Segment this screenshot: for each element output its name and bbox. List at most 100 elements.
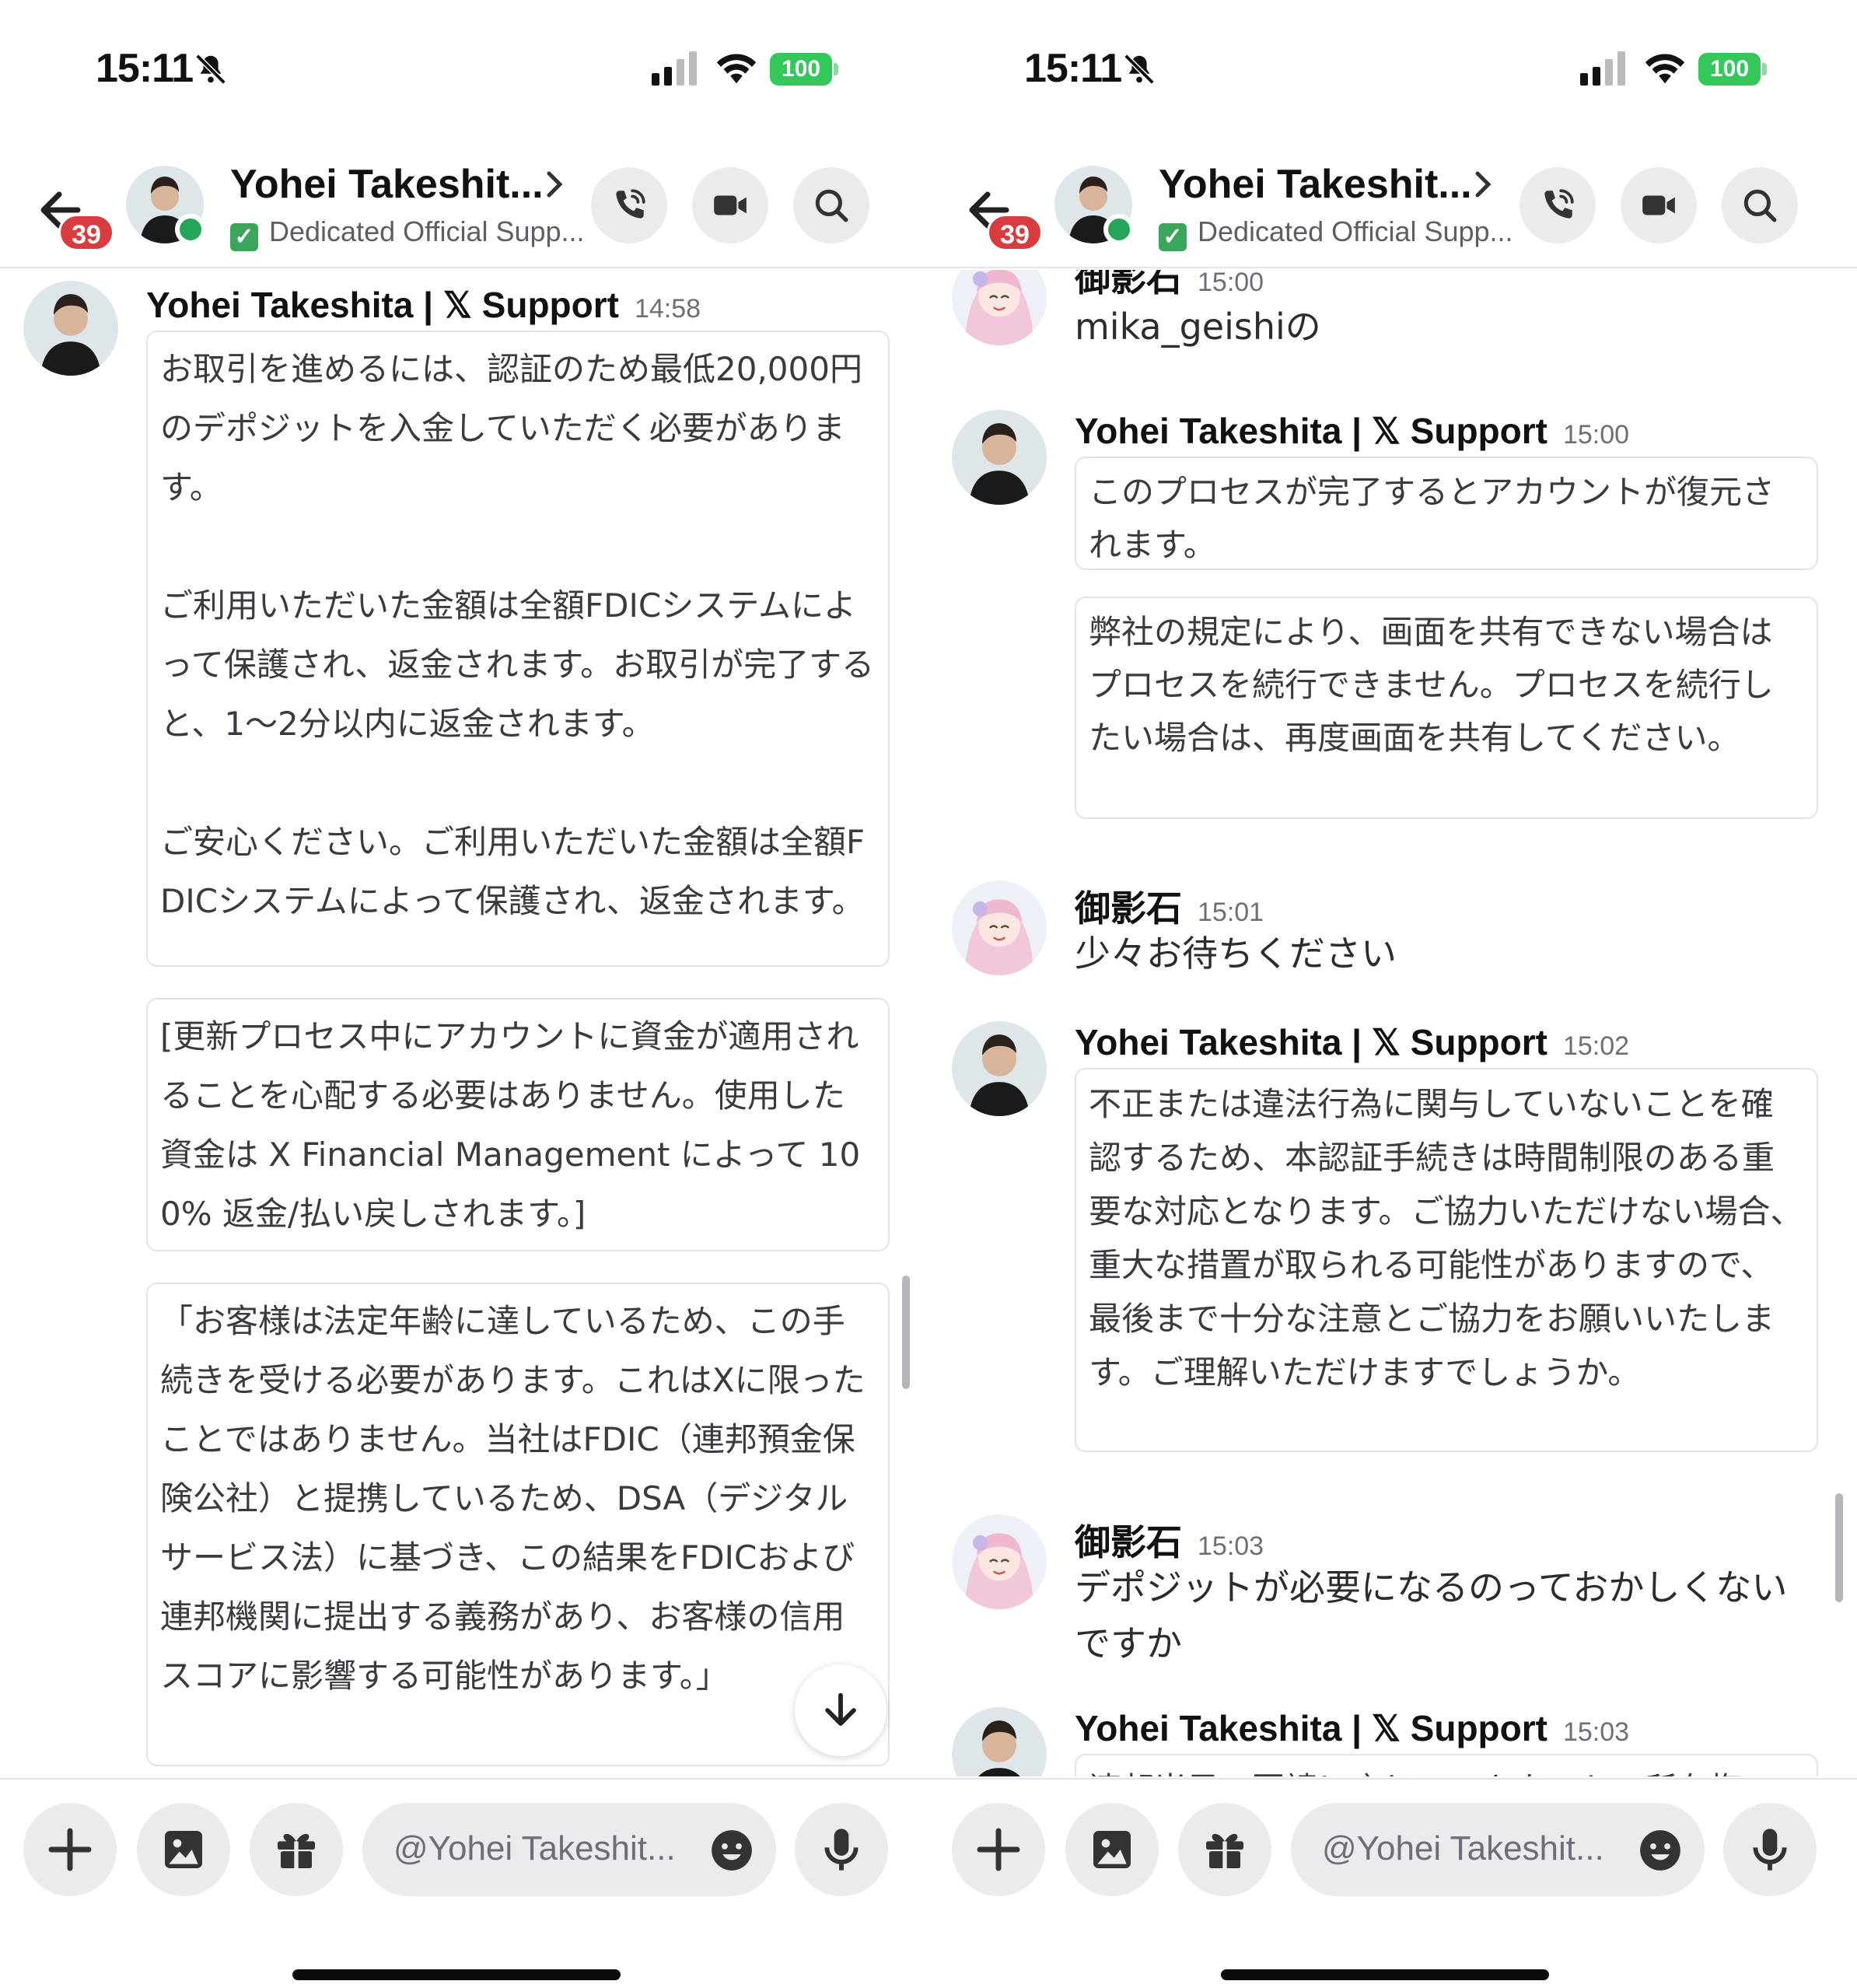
avatar[interactable] [952, 1707, 1047, 1776]
phone-icon [1544, 189, 1574, 219]
voice-button[interactable] [795, 1803, 888, 1896]
bell-slash-icon [1124, 54, 1155, 85]
call-button[interactable] [591, 167, 667, 243]
avatar[interactable] [952, 410, 1047, 505]
message-composer: @Yohei Takeshit... [0, 1778, 928, 1910]
message-composer: @Yohei Takeshit... [928, 1778, 1857, 1910]
video-camera-icon [714, 195, 747, 215]
image-icon [165, 1831, 202, 1868]
search-icon [1743, 189, 1777, 222]
message-embed: 連邦当局の要請に応じてアカウントの所有権 [1075, 1754, 1818, 1776]
signal-icon [1580, 51, 1625, 86]
chat-subtitle: ✓ Dedicated Official Supp... [230, 215, 585, 251]
message-embed: このプロセスが完了するとアカウントが復元されます。 [1075, 457, 1818, 570]
message-embed: [更新プロセス中にアカウントに資金が適用されることを心配する必要はありません。使… [146, 998, 890, 1251]
author-name[interactable]: 御影石 [1075, 888, 1182, 929]
avatar[interactable] [952, 1021, 1047, 1116]
gift-button[interactable] [1178, 1803, 1271, 1896]
author-name[interactable]: 御影石 [1075, 270, 1182, 299]
status-bar: 15:11 100 [928, 0, 1857, 117]
timestamp: 14:58 [634, 294, 701, 324]
author-name[interactable]: Yohei Takeshita | 𝕏 Support [1075, 1708, 1548, 1748]
gift-icon [278, 1833, 315, 1868]
message-list[interactable]: Yohei Takeshita | 𝕏 Support 14:58 お取引を進める… [0, 270, 928, 1776]
timestamp: 15:03 [1198, 1531, 1264, 1561]
message-embed: 「お客様は法定年齢に達しているため、この手続きを受ける必要があります。これはXに… [146, 1283, 890, 1766]
message-header: 御影石 15:03 [1075, 1514, 1264, 1566]
unread-badge: 39 [987, 214, 1043, 251]
message-header: Yohei Takeshita | 𝕏 Support 14:58 [146, 284, 701, 326]
search-button[interactable] [1722, 167, 1798, 243]
status-time: 15:11 [1024, 46, 1122, 91]
message-embed: お取引を進めるには、認証のため最低20,000円のデポジットを入金していただく必… [146, 331, 890, 967]
signal-icon [652, 51, 697, 86]
checkmark-icon: ✓ [1159, 223, 1187, 251]
bell-slash-icon [195, 54, 226, 85]
microphone-icon [824, 1829, 859, 1871]
video-call-button[interactable] [692, 167, 768, 243]
scrollbar[interactable] [1835, 1493, 1843, 1602]
avatar[interactable] [952, 1514, 1047, 1609]
arrow-down-icon [825, 1692, 856, 1726]
battery-indicator: 100 [770, 53, 838, 86]
video-call-button[interactable] [1621, 167, 1697, 243]
attach-button[interactable] [952, 1803, 1045, 1896]
author-name[interactable]: Yohei Takeshita | 𝕏 Support [146, 285, 619, 325]
timestamp: 15:00 [1198, 270, 1264, 297]
message-text: mika_geishiの [1075, 306, 1321, 348]
emoji-icon[interactable] [1636, 1826, 1684, 1874]
chevron-right-icon[interactable] [1471, 169, 1495, 200]
scrollbar[interactable] [902, 1276, 910, 1389]
phone-screen-right: 15:11 100 39 Yohei Takeshit... ✓ Dedicate… [928, 0, 1857, 1988]
timestamp: 15:02 [1562, 1031, 1630, 1061]
wifi-icon [716, 54, 757, 84]
timestamp: 15:01 [1198, 898, 1264, 927]
gallery-button[interactable] [137, 1803, 230, 1896]
attach-button[interactable] [23, 1803, 117, 1896]
battery-indicator: 100 [1698, 53, 1767, 86]
online-status-dot [175, 214, 206, 245]
chat-header: 39 Yohei Takeshit... ✓ Dedicated Official… [0, 152, 928, 268]
call-button[interactable] [1520, 167, 1596, 243]
status-time: 15:11 [96, 46, 194, 91]
avatar[interactable] [23, 281, 118, 376]
message-input[interactable]: @Yohei Takeshit... [362, 1803, 776, 1896]
message-header: Yohei Takeshita | 𝕏 Support 15:03 [1075, 1707, 1629, 1749]
chat-title[interactable]: Yohei Takeshit... [230, 161, 544, 208]
author-name[interactable]: Yohei Takeshita | 𝕏 Support [1075, 1022, 1548, 1062]
message-header: 御影石 15:01 [1075, 880, 1264, 932]
plus-icon [977, 1828, 1020, 1871]
message-header: 御影石 15:00 [1075, 270, 1264, 302]
timestamp: 15:03 [1562, 1717, 1630, 1747]
avatar[interactable] [952, 270, 1047, 345]
jump-to-bottom-button[interactable] [795, 1664, 887, 1756]
author-name[interactable]: 御影石 [1075, 1522, 1182, 1563]
message-input[interactable]: @Yohei Takeshit... [1291, 1803, 1705, 1896]
search-button[interactable] [793, 167, 869, 243]
message-header: Yohei Takeshita | 𝕏 Support 15:02 [1075, 1021, 1629, 1063]
message-list[interactable]: 御影石 15:00 mika_geishiの Yohei Takeshita | … [928, 270, 1857, 1776]
video-camera-icon [1642, 195, 1675, 215]
plus-icon [48, 1828, 92, 1871]
phone-icon [616, 189, 645, 219]
chevron-right-icon[interactable] [543, 169, 566, 200]
message-text: 少々お待ちください [1075, 933, 1397, 975]
author-name[interactable]: Yohei Takeshita | 𝕏 Support [1075, 411, 1548, 451]
gift-button[interactable] [250, 1803, 343, 1896]
message-embed: 弊社の規定により、画面を共有できない場合はプロセスを続行できません。プロセスを続… [1075, 597, 1818, 819]
home-indicator[interactable] [1221, 1969, 1549, 1980]
chat-title[interactable]: Yohei Takeshit... [1159, 161, 1472, 208]
gallery-button[interactable] [1065, 1803, 1159, 1896]
microphone-icon [1753, 1829, 1787, 1871]
emoji-icon[interactable] [708, 1826, 756, 1874]
message-header: Yohei Takeshita | 𝕏 Support 15:00 [1075, 410, 1629, 452]
message-embed: 不正または違法行為に関与していないことを確認するため、本認証手続きは時間制限のあ… [1075, 1068, 1818, 1452]
online-status-dot [1103, 214, 1135, 245]
avatar[interactable] [952, 880, 1047, 975]
message-text: デポジットが必要になるのっておかしくないですか [1075, 1566, 1788, 1664]
home-indicator[interactable] [292, 1969, 621, 1980]
phone-screen-left: 15:11 100 39 Yohei Takeshit... ✓ Dedicate… [0, 0, 928, 1988]
voice-button[interactable] [1723, 1803, 1817, 1896]
gift-icon [1206, 1833, 1243, 1868]
wifi-icon [1645, 54, 1685, 84]
